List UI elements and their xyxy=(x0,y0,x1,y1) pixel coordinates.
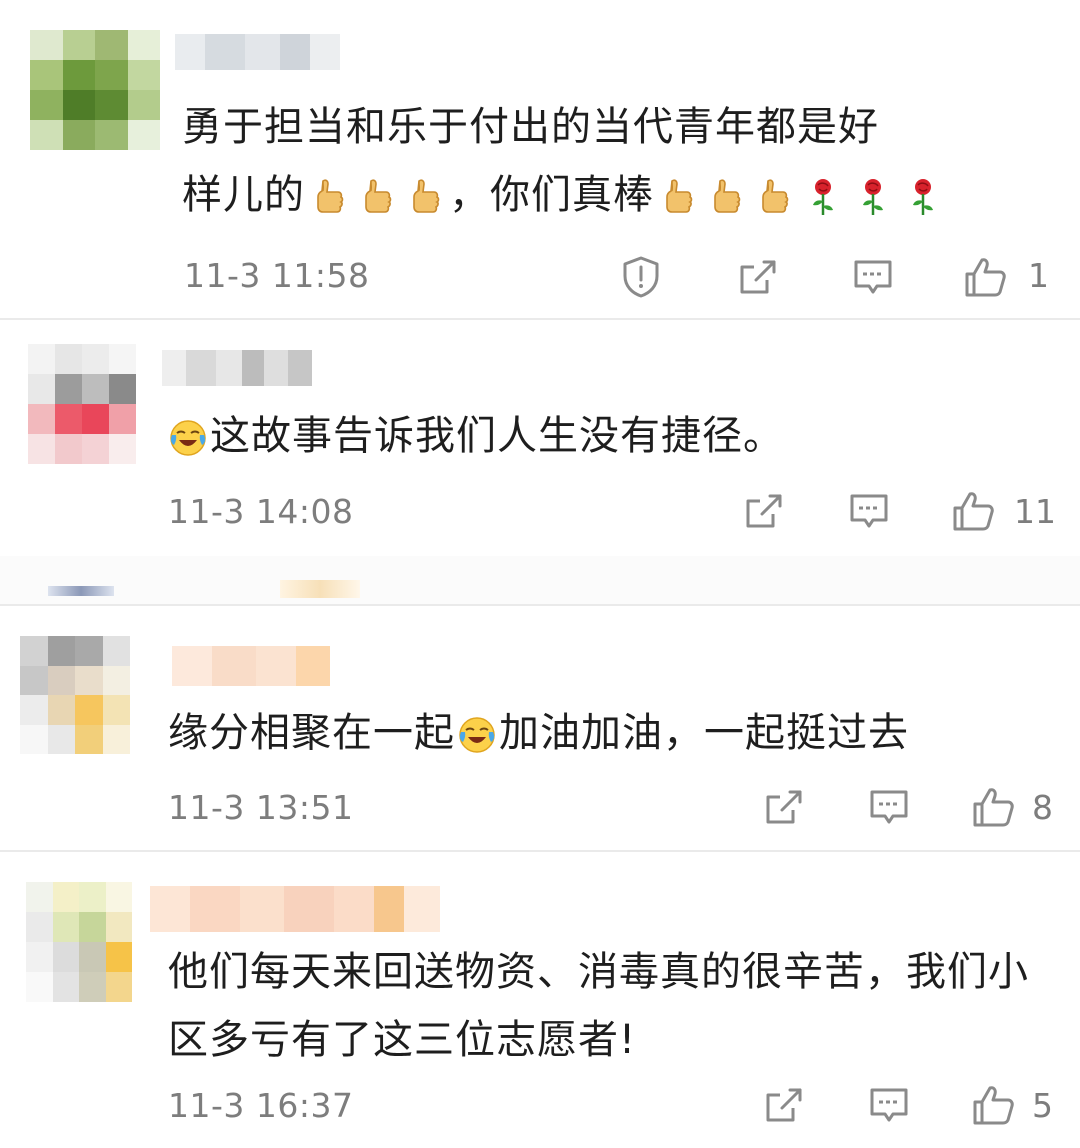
thumbs-up-emoji-icon xyxy=(410,177,440,217)
rose-emoji-icon xyxy=(858,177,888,217)
thumbs-up-emoji-icon xyxy=(663,177,693,217)
avatar[interactable] xyxy=(26,882,132,1002)
comment-timestamp: 11-3 14:08 xyxy=(168,492,354,531)
comment-text: 缘分相聚在一起 加油加油，一起挺过去 xyxy=(168,699,1048,767)
share-icon[interactable] xyxy=(740,488,786,534)
laugh-cry-emoji-icon xyxy=(457,715,497,755)
share-icon[interactable] xyxy=(734,254,780,300)
username-blurred[interactable] xyxy=(162,350,312,386)
blurred-fragment xyxy=(48,586,114,596)
divider xyxy=(0,318,1080,320)
comment-card: 缘分相聚在一起 加油加油，一起挺过去 11-3 13:51 8 xyxy=(0,606,1080,850)
username-blurred[interactable] xyxy=(175,34,340,70)
comment-line: 这故事告诉我们人生没有捷径。 xyxy=(166,402,1046,470)
comment-timestamp: 11-3 11:58 xyxy=(184,256,370,295)
comment-text-segment: 样儿的 xyxy=(182,172,305,218)
comment-timestamp: 11-3 16:37 xyxy=(168,1086,354,1125)
collapsed-comment-strip xyxy=(0,556,1080,606)
comment-text: 他们每天来回送物资、消毒真的很辛苦，我们小 区多亏有了这三位志愿者! xyxy=(168,938,1068,1074)
comment-text: 勇于担当和乐于付出的当代青年都是好 样儿的 ，你们真棒 xyxy=(182,93,1062,229)
reply-comment-icon[interactable] xyxy=(850,254,896,300)
laugh-cry-emoji-icon xyxy=(168,418,208,458)
thumbs-up-emoji-icon xyxy=(759,177,789,217)
comment-card: 这故事告诉我们人生没有捷径。 11-3 14:08 11 xyxy=(0,322,1080,556)
avatar[interactable] xyxy=(20,636,130,754)
like-count: 5 xyxy=(1032,1086,1053,1125)
username-blurred[interactable] xyxy=(172,646,330,686)
reply-comment-icon[interactable] xyxy=(866,784,912,830)
blurred-fragment xyxy=(280,580,360,598)
thumbs-up-icon[interactable] xyxy=(962,254,1008,300)
comment-timestamp: 11-3 13:51 xyxy=(168,788,354,827)
avatar[interactable] xyxy=(30,30,160,150)
thumbs-up-emoji-icon xyxy=(314,177,344,217)
report-shield-icon[interactable] xyxy=(618,254,664,300)
thumbs-up-emoji-icon xyxy=(362,177,392,217)
comment-line: 缘分相聚在一起 加油加油，一起挺过去 xyxy=(168,699,1048,767)
like-count: 1 xyxy=(1028,256,1049,295)
comment-text-segment: 这故事告诉我们人生没有捷径。 xyxy=(210,413,784,459)
rose-emoji-icon xyxy=(808,177,838,217)
rose-emoji-icon xyxy=(908,177,938,217)
share-icon[interactable] xyxy=(760,1082,806,1128)
reply-comment-icon[interactable] xyxy=(866,1082,912,1128)
like-count: 8 xyxy=(1032,788,1053,827)
username-blurred[interactable] xyxy=(150,886,440,932)
comment-text-segment: 加油加油，一起挺过去 xyxy=(499,710,909,756)
share-icon[interactable] xyxy=(760,784,806,830)
comment-text: 这故事告诉我们人生没有捷径。 xyxy=(166,402,1046,470)
reply-comment-icon[interactable] xyxy=(846,488,892,534)
thumbs-up-icon[interactable] xyxy=(970,784,1016,830)
thumbs-up-emoji-icon xyxy=(711,177,741,217)
comment-card: 他们每天来回送物资、消毒真的很辛苦，我们小 区多亏有了这三位志愿者! 11-3 … xyxy=(0,852,1080,1148)
comment-card: 勇于担当和乐于付出的当代青年都是好 样儿的 ，你们真棒 11-3 11:58 1 xyxy=(0,0,1080,318)
comment-line: 样儿的 ，你们真棒 xyxy=(182,161,1062,229)
like-count: 11 xyxy=(1014,492,1056,531)
comment-text-segment: 缘分相聚在一起 xyxy=(168,710,455,756)
comment-line: 他们每天来回送物资、消毒真的很辛苦，我们小 xyxy=(168,949,1029,995)
comment-line: 勇于担当和乐于付出的当代青年都是好 xyxy=(182,104,879,150)
comment-line: 区多亏有了这三位志愿者! xyxy=(168,1017,637,1063)
thumbs-up-icon[interactable] xyxy=(970,1082,1016,1128)
avatar[interactable] xyxy=(28,344,136,464)
thumbs-up-icon[interactable] xyxy=(950,488,996,534)
comment-text-segment: ，你们真棒 xyxy=(449,172,654,218)
